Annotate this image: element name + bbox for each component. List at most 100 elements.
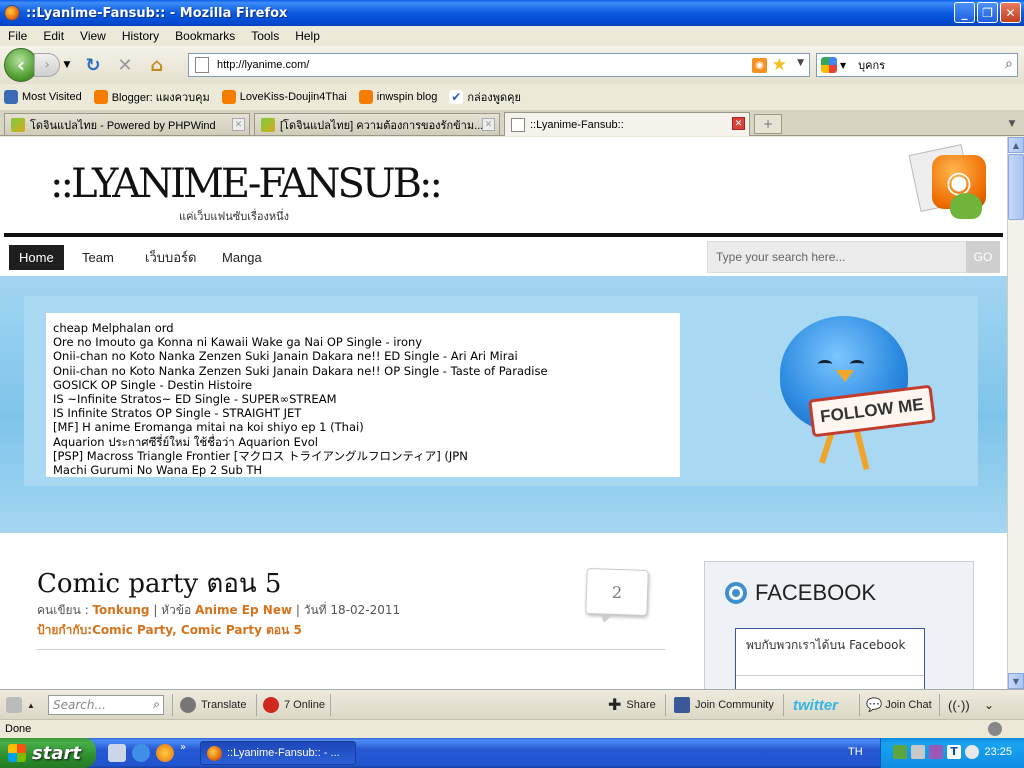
start-button[interactable]: start (0, 738, 96, 768)
news-item[interactable]: [PSP] Macross Triangle Frontier [マクロス トラ… (53, 449, 673, 463)
bookmark-chatbox[interactable]: ✔ กล่องพูดคุย (449, 88, 521, 106)
browser-search-input[interactable]: บุคกร (858, 56, 885, 74)
browser-search-bar[interactable]: ▼ บุคกร ⌕ (816, 53, 1018, 77)
volume-icon[interactable] (965, 745, 979, 759)
t-tray-icon[interactable]: T (947, 745, 961, 759)
news-item[interactable]: IS ~Infinite Stratos~ ED Single - SUPER∞… (53, 392, 673, 406)
firefox-quicklaunch-icon[interactable] (156, 744, 174, 762)
facebook-widget-title: FACEBOOK (755, 580, 877, 605)
scroll-up-icon[interactable]: ▲ (1008, 137, 1024, 153)
share-button[interactable]: ✚ Share (608, 696, 656, 714)
menu-bookmarks[interactable]: Bookmarks (167, 29, 243, 43)
post-author-link[interactable]: Tonkung (92, 603, 149, 617)
facebook-target-icon (725, 582, 747, 604)
quicklaunch-more-icon[interactable]: » (180, 742, 186, 753)
nav-manga[interactable]: Manga (212, 245, 272, 270)
minimize-button[interactable]: _ (954, 2, 975, 23)
vertical-scrollbar[interactable]: ▲ ▼ (1007, 137, 1024, 689)
tab-close-icon[interactable]: ✕ (482, 118, 495, 131)
reload-icon[interactable]: ↻ (82, 54, 104, 76)
site-search-go-button[interactable]: GO (966, 241, 1000, 273)
share-plus-icon: ✚ (608, 697, 622, 714)
menu-tools[interactable]: Tools (243, 29, 287, 43)
tab-close-icon[interactable]: ✕ (232, 118, 245, 131)
toolbar-search-input[interactable]: Search... ⌕ (48, 695, 164, 715)
app-tray-icon[interactable] (929, 745, 943, 759)
news-item[interactable]: Onii-chan no Koto Nanka Zenzen Suki Jana… (53, 349, 673, 363)
nav-webboard[interactable]: เว็บบอร์ด (135, 245, 206, 270)
back-button[interactable]: ‹ (4, 48, 38, 82)
site-logo[interactable]: ::LYANIME-FANSUB:: (50, 161, 443, 207)
taskbar-firefox-window[interactable]: ::Lyanime-Fansub:: - ... (200, 741, 356, 765)
bookmark-most-visited[interactable]: Most Visited (4, 90, 82, 104)
close-button[interactable]: ✕ (1000, 2, 1021, 23)
menu-edit[interactable]: Edit (35, 29, 72, 43)
nav-team[interactable]: Team (72, 245, 124, 270)
history-dropdown-icon[interactable]: ▼ (62, 54, 72, 76)
nav-home[interactable]: Home (9, 245, 64, 270)
facebook-widget: FACEBOOK พบกับพวกเราได้บน Facebook (704, 561, 974, 689)
rss-reader-icon[interactable]: ◉ (908, 143, 990, 225)
forward-button[interactable]: › (34, 53, 60, 77)
bookmark-lovekiss[interactable]: LoveKiss-Doujin4Thai (221, 90, 347, 104)
join-chat-button[interactable]: 💬 Join Chat (866, 696, 932, 714)
online-users-button[interactable]: 7 Online (263, 696, 325, 714)
tab-list-dropdown-icon[interactable]: ▼ (1003, 114, 1021, 134)
tab-doujin[interactable]: [โดจินแปลไทย] ความต้องการของรักข้าม... ✕ (254, 113, 500, 135)
post-tags[interactable]: ป้ายกำกับ:Comic Party, Comic Party ตอน 5 (37, 621, 302, 640)
menu-history[interactable]: History (114, 29, 167, 43)
google-icon[interactable] (821, 57, 837, 73)
monitor-icon[interactable] (911, 745, 925, 759)
internet-explorer-icon[interactable] (132, 744, 150, 762)
bookmark-blogger[interactable]: Blogger: แผงควบคุม (93, 88, 210, 106)
join-community-button[interactable]: Join Community (674, 696, 774, 714)
menu-file[interactable]: File (0, 29, 35, 43)
bookmark-inwspin[interactable]: inwspin blog (358, 90, 437, 104)
news-item[interactable]: cheap Melphalan ord (53, 321, 673, 335)
scroll-thumb[interactable] (1008, 154, 1024, 220)
news-item[interactable]: GOSICK OP Single - Destin Histoire (53, 378, 673, 392)
page-viewport: ::LYANIME-FANSUB:: แค่เว็บแฟนซับเรื่องหน… (0, 137, 1007, 689)
post-category-link[interactable]: Anime Ep New (195, 603, 292, 617)
url-bar[interactable]: http://lyanime.com/ ◉ ★ ▼ (188, 53, 810, 77)
post-title[interactable]: Comic party ตอน 5 (37, 563, 281, 604)
news-item[interactable]: IS Infinite Stratos OP Single - STRAIGHT… (53, 406, 673, 420)
menu-help[interactable]: Help (287, 29, 328, 43)
post-meta: คนเขียน : Tonkung | หัวข้อ Anime Ep New … (37, 603, 401, 617)
show-desktop-icon[interactable] (108, 744, 126, 762)
language-indicator[interactable]: TH (848, 746, 863, 758)
site-search-input[interactable]: Type your search here... (707, 241, 969, 273)
collapse-toolbar-icon[interactable]: ⌄ (984, 696, 994, 714)
status-text: Done (5, 723, 32, 735)
search-icon[interactable]: ⌕ (153, 697, 160, 712)
translate-button[interactable]: Translate (180, 696, 246, 714)
news-item[interactable]: Onii-chan no Koto Nanka Zenzen Suki Jana… (53, 364, 673, 378)
bookmark-star-icon[interactable]: ★ (772, 55, 787, 75)
network-icon[interactable] (893, 745, 907, 759)
translate-icon (180, 697, 196, 713)
twitter-follow-me-bird[interactable]: FOLLOW ME (754, 300, 954, 490)
search-engine-dropdown-icon[interactable]: ▼ (840, 61, 846, 70)
url-dropdown-icon[interactable]: ▼ (797, 58, 804, 68)
search-icon[interactable]: ⌕ (1005, 56, 1013, 72)
menu-view[interactable]: View (72, 29, 114, 43)
news-item[interactable]: Ore no Imouto ga Konna ni Kawaii Wake ga… (53, 335, 673, 349)
restore-button[interactable]: ❐ (977, 2, 998, 23)
toolbar-menu-icon[interactable]: ▲ (6, 696, 35, 714)
radio-broadcast-icon[interactable]: ((·)) (948, 696, 970, 714)
home-icon[interactable]: ⌂ (146, 54, 168, 76)
tab-close-icon[interactable]: ✕ (732, 117, 745, 130)
news-item[interactable]: Aquarion ประกาศซีรี่ย์ใหม่ ใช้ชื่อว่า Aq… (53, 435, 673, 449)
scroll-down-icon[interactable]: ▼ (1008, 673, 1024, 689)
facebook-likebox[interactable]: พบกับพวกเราได้บน Facebook (735, 628, 925, 689)
news-item[interactable]: Machi Gurumi No Wana Ep 2 Sub TH (53, 463, 673, 477)
stop-icon[interactable]: ✕ (114, 54, 136, 76)
rss-feed-icon[interactable]: ◉ (752, 58, 767, 73)
news-item[interactable]: [MF] H anime Eromanga mitai na koi shiyo… (53, 420, 673, 434)
new-tab-button[interactable]: + (754, 114, 782, 134)
url-text[interactable]: http://lyanime.com/ (217, 59, 309, 71)
tab-lyanime[interactable]: ::Lyanime-Fansub:: ✕ (504, 112, 750, 136)
comment-count-bubble[interactable]: 2 (585, 567, 649, 623)
twitter-button[interactable]: twitter (793, 696, 838, 714)
tab-phpwind[interactable]: โดจินแปลไทย - Powered by PHPWind ✕ (4, 113, 250, 135)
